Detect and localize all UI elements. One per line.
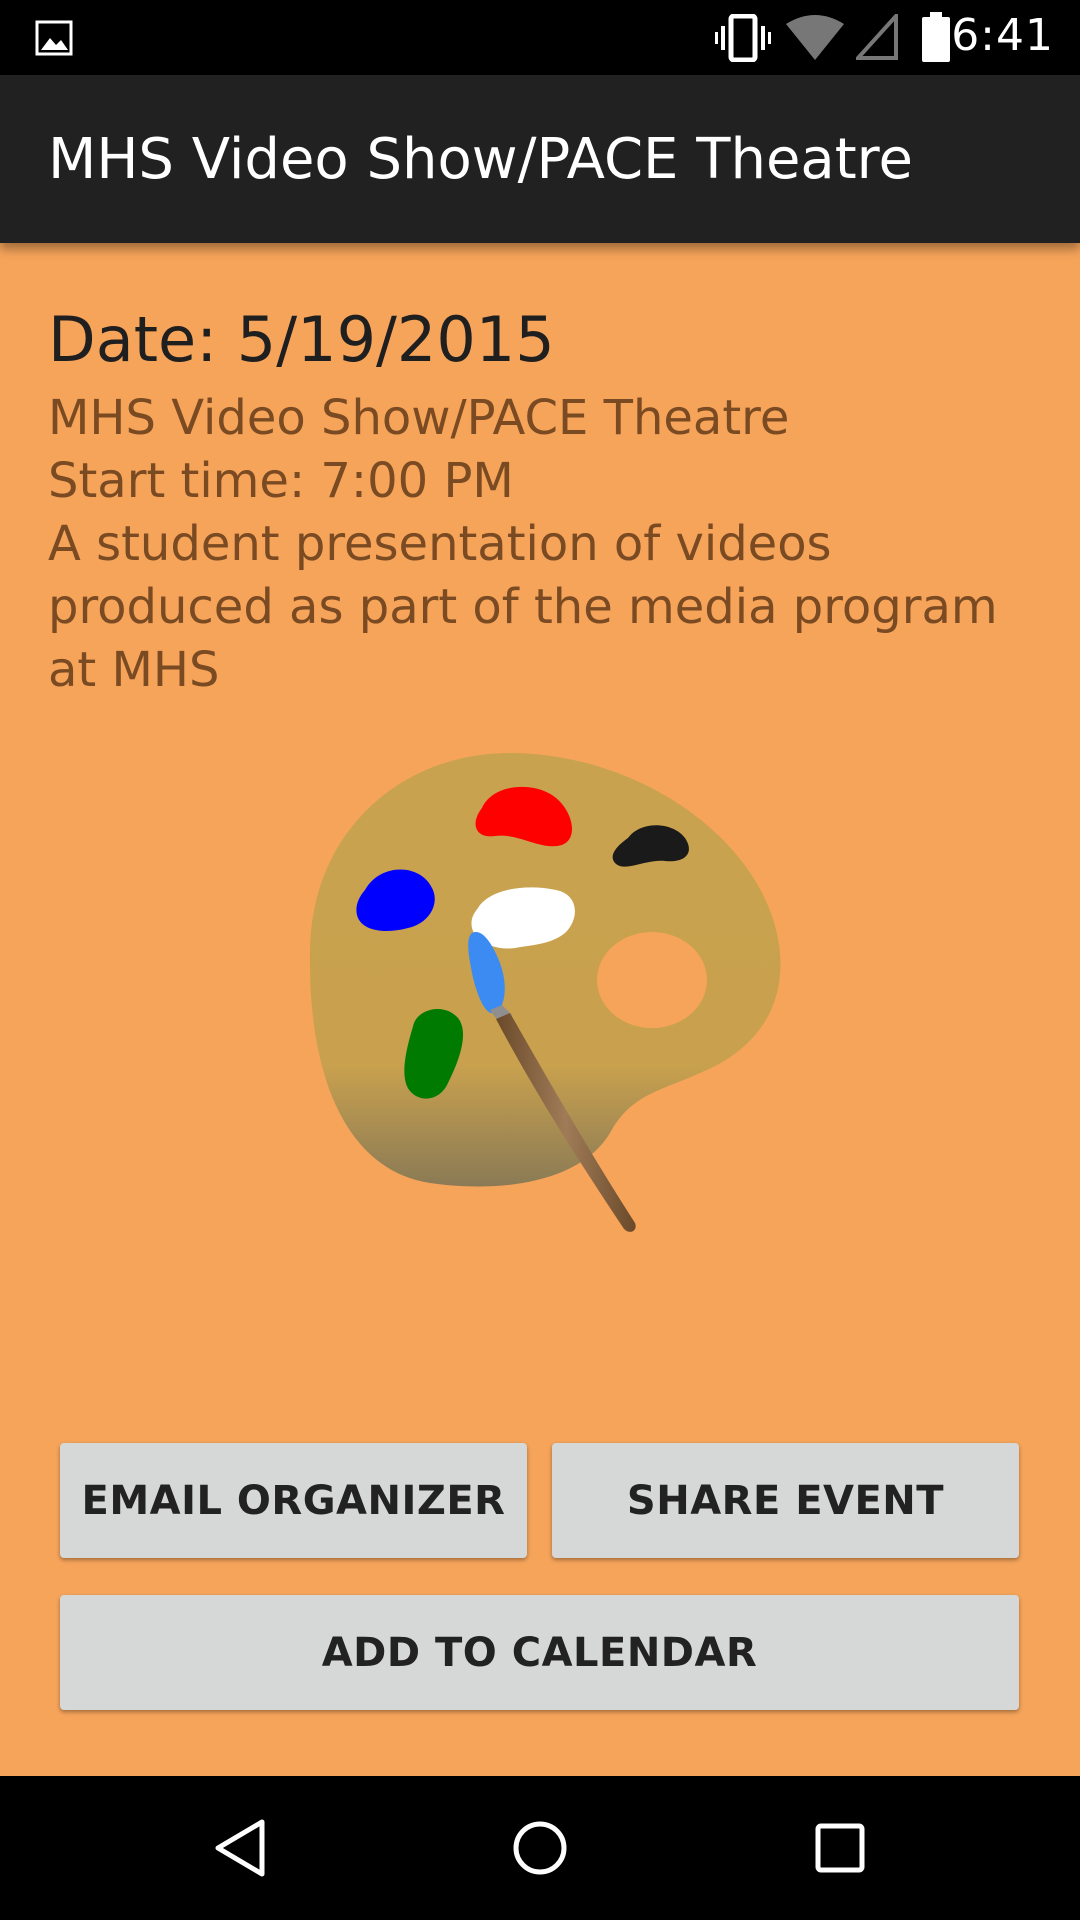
vibrate-icon [715, 14, 771, 62]
add-to-calendar-button[interactable]: ADD TO CALENDAR [60, 1595, 1019, 1710]
event-description-block: MHS Video Show/PACE Theatre Start time: … [48, 387, 1008, 702]
status-bar: 6:41 [0, 0, 1080, 75]
clock: 6:41 [951, 10, 1054, 61]
event-description-line: at MHS [48, 642, 220, 698]
paint-palette-icon [309, 753, 781, 1232]
event-start-time: Start time: 7:00 PM [48, 453, 514, 509]
back-icon[interactable] [204, 1812, 276, 1884]
battery-icon [922, 12, 950, 62]
event-date: Date: 5/19/2015 [48, 303, 555, 376]
event-details: Date: 5/19/2015 MHS Video Show/PACE Thea… [0, 243, 1080, 1776]
event-description-line: A student presentation of videos [48, 516, 832, 572]
event-description-line: produced as part of the media program [48, 579, 998, 635]
image-notification-icon [35, 20, 73, 56]
event-title: MHS Video Show/PACE Theatre [48, 390, 790, 446]
wifi-icon [786, 15, 844, 60]
navigation-bar [0, 1776, 1080, 1920]
signal-icon [856, 14, 898, 60]
home-icon[interactable] [504, 1812, 576, 1884]
app-bar: MHS Video Show/PACE Theatre [0, 75, 1080, 243]
app-bar-title: MHS Video Show/PACE Theatre [48, 127, 913, 192]
share-event-button[interactable]: SHARE EVENT [552, 1443, 1019, 1558]
email-organizer-button[interactable]: EMAIL ORGANIZER [60, 1443, 527, 1558]
recents-icon[interactable] [804, 1812, 876, 1884]
